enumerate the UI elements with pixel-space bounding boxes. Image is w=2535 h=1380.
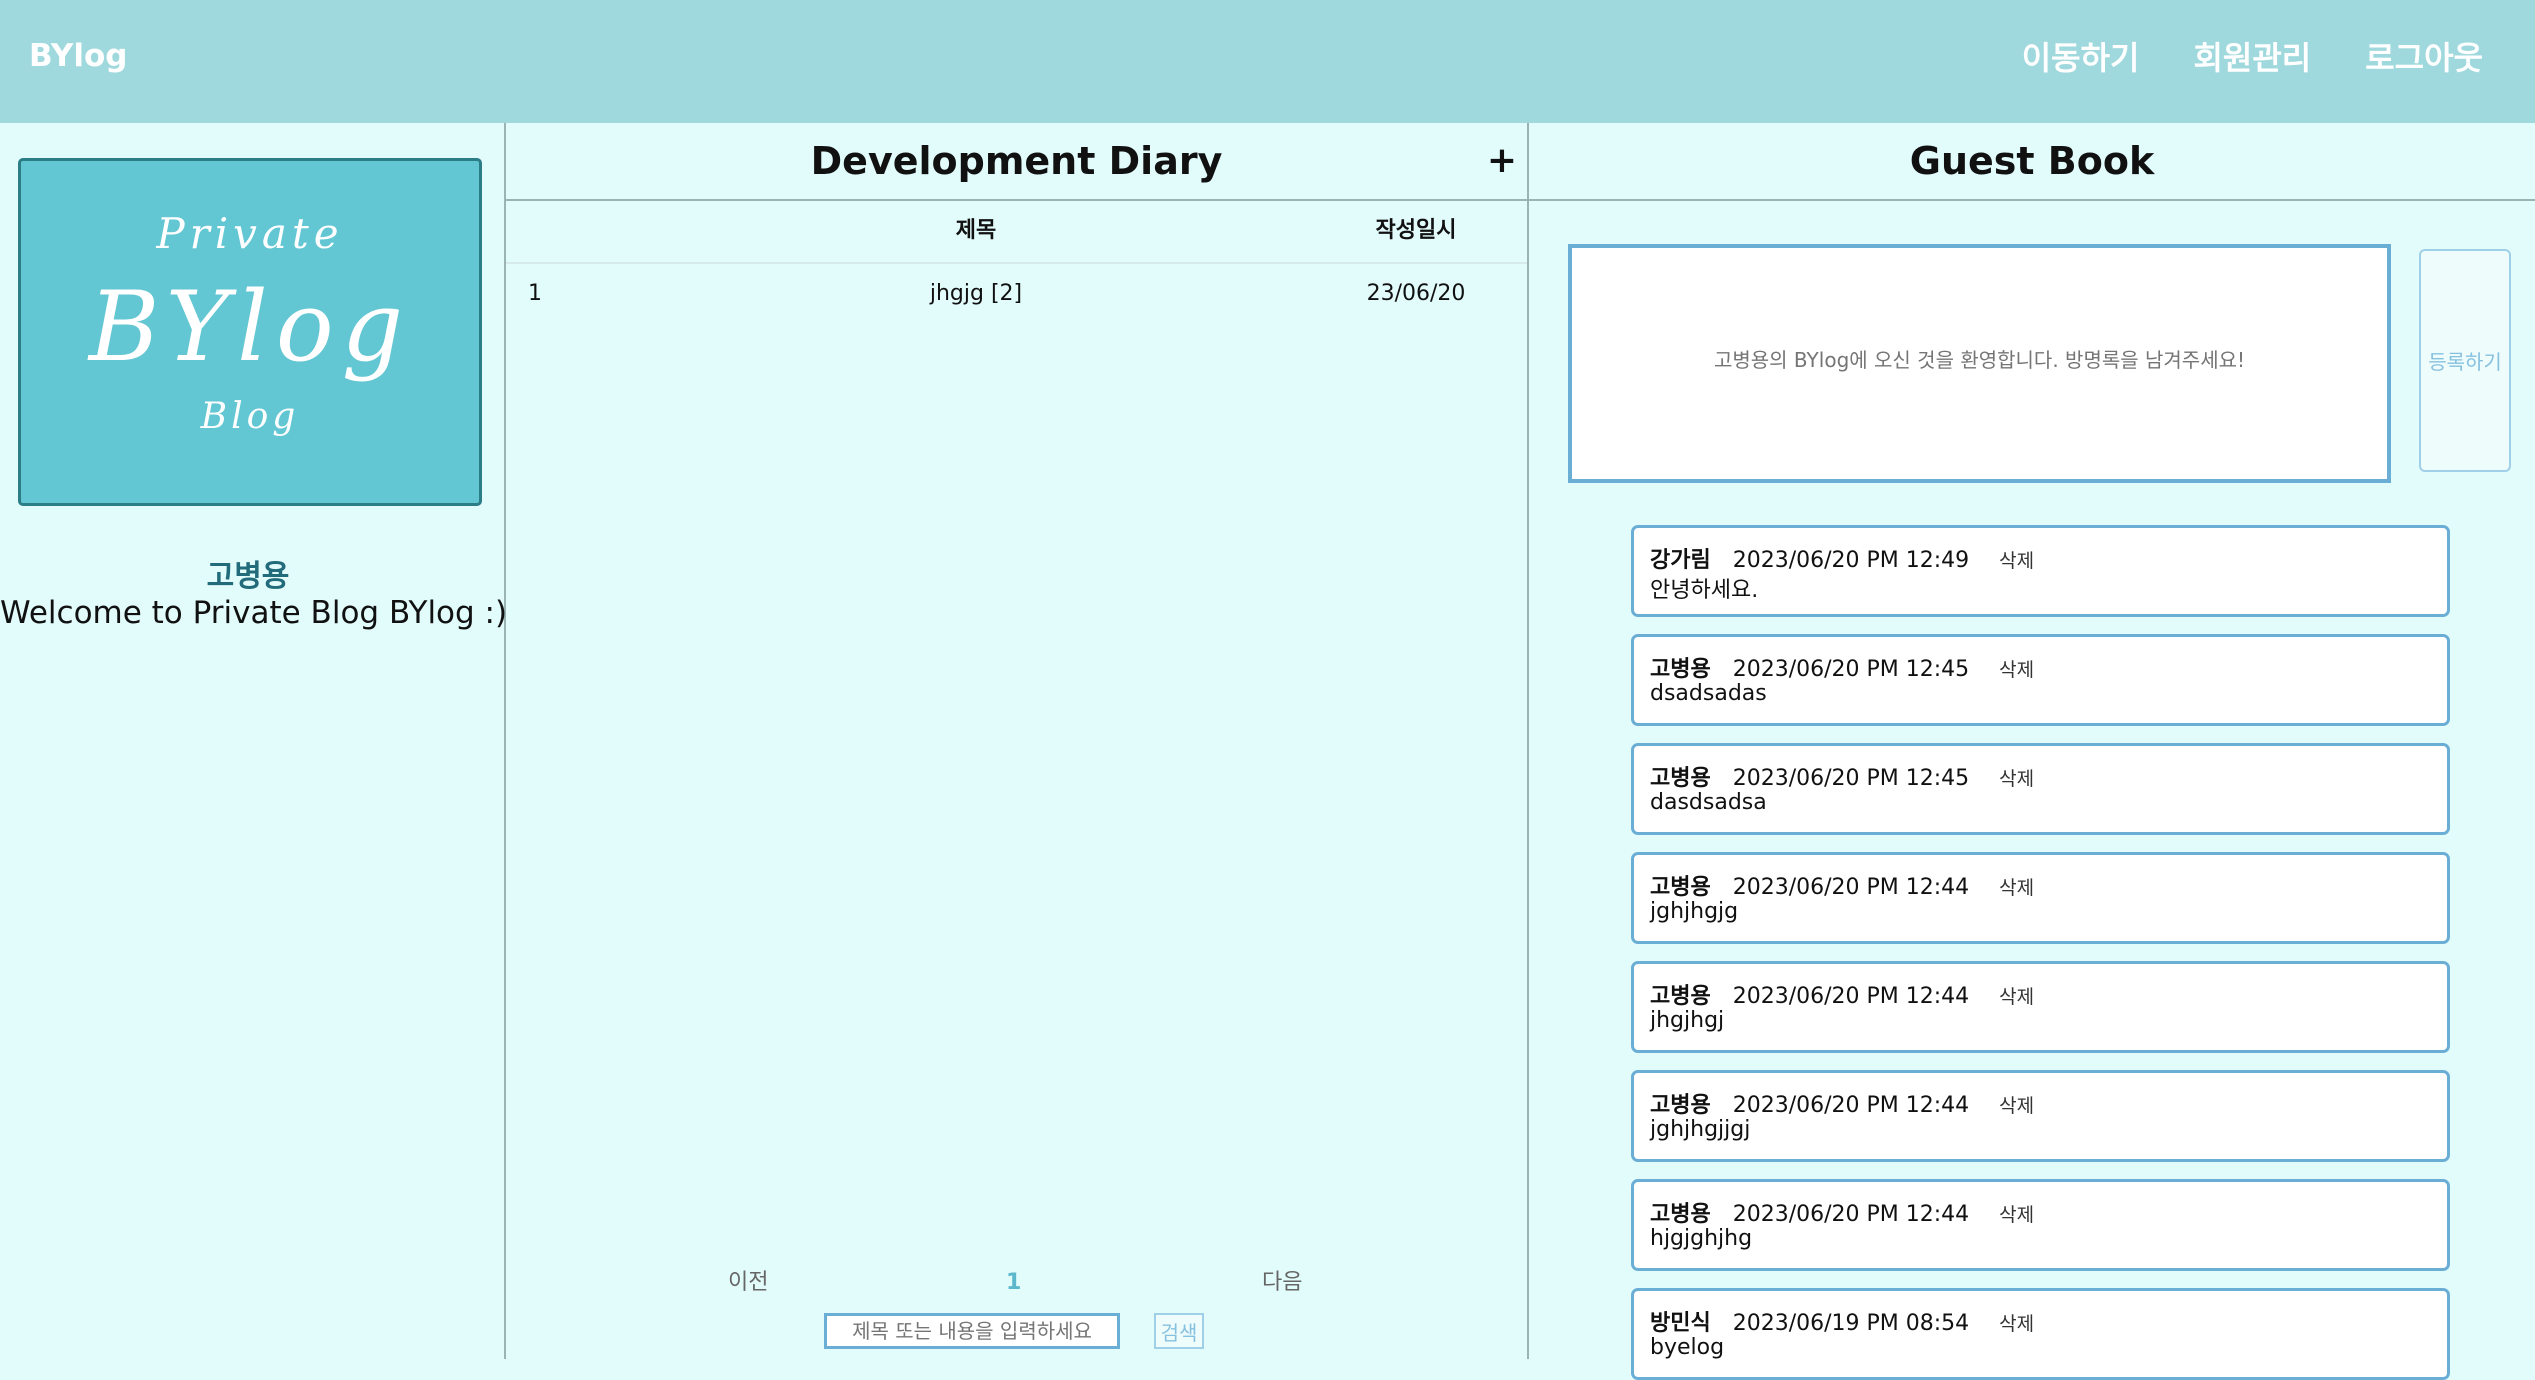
row-date: 23/06/20 xyxy=(1366,281,1466,306)
nav-links: 이동하기 회원관리 로그아웃 xyxy=(2022,0,2483,112)
entry-delete-button[interactable]: 삭제 xyxy=(1999,1095,2034,1117)
column-header-date: 작성일시 xyxy=(1375,218,1457,243)
entry-body: dsadsadas xyxy=(1650,681,1767,706)
entry-timestamp: 2023/06/19 PM 08:54 xyxy=(1732,1311,1970,1336)
profile-logo-card: Private BYlog Blog xyxy=(18,158,482,506)
entry-body: byelog xyxy=(1650,1335,1725,1360)
entry-author: 고병용 xyxy=(1650,1093,1711,1118)
pagination-next[interactable]: 다음 xyxy=(1262,1258,1302,1308)
guestbook-entry: 고병용 2023/06/20 PM 12:44 삭제 hjgjghjhg xyxy=(1631,1179,2450,1271)
guestbook-entry: 고병용 2023/06/20 PM 12:44 삭제 jghjhgjg xyxy=(1631,852,2450,944)
add-post-button[interactable]: + xyxy=(1487,123,1517,199)
logo-bylog-text: BYlog xyxy=(88,271,412,383)
entry-author: 고병용 xyxy=(1650,657,1711,682)
entry-timestamp: 2023/06/20 PM 12:44 xyxy=(1732,875,1970,900)
entry-author: 고병용 xyxy=(1650,875,1711,900)
entry-delete-button[interactable]: 삭제 xyxy=(1999,877,2034,899)
entry-author: 고병용 xyxy=(1650,984,1711,1009)
guestbook-entry: 고병용 2023/06/20 PM 12:44 삭제 jghjhgjjgj xyxy=(1631,1070,2450,1162)
nav-link-member-management[interactable]: 회원관리 xyxy=(2193,33,2311,79)
entry-delete-button[interactable]: 삭제 xyxy=(1999,659,2034,681)
nav-link-logout[interactable]: 로그아웃 xyxy=(2365,33,2483,79)
entry-timestamp: 2023/06/20 PM 12:44 xyxy=(1732,1093,1970,1118)
entry-delete-button[interactable]: 삭제 xyxy=(1999,768,2034,790)
guestbook-entry: 방민식 2023/06/19 PM 08:54 삭제 byelog xyxy=(1631,1288,2450,1380)
entry-body: jhgjhgj xyxy=(1650,1008,1725,1033)
diary-header: Development Diary + xyxy=(506,123,1527,201)
entry-timestamp: 2023/06/20 PM 12:44 xyxy=(1732,984,1970,1009)
diary-table-header: 제목 작성일시 xyxy=(506,200,1527,264)
entry-header: 고병용 2023/06/20 PM 12:45 삭제 xyxy=(1650,760,2034,792)
entry-timestamp: 2023/06/20 PM 12:49 xyxy=(1732,548,1970,573)
entry-author: 고병용 xyxy=(1650,1202,1711,1227)
entry-header: 고병용 2023/06/20 PM 12:44 삭제 xyxy=(1650,978,2034,1010)
table-row[interactable]: 1 jhgjg [2] 23/06/20 xyxy=(506,264,1527,324)
guestbook-entry: 강가림 2023/06/20 PM 12:49 삭제 안녕하세요. xyxy=(1631,525,2450,617)
guestbook-header: Guest Book xyxy=(1529,123,2535,201)
search-input[interactable] xyxy=(824,1313,1120,1349)
guestbook-title: Guest Book xyxy=(1909,139,2155,183)
entry-timestamp: 2023/06/20 PM 12:45 xyxy=(1732,657,1970,682)
logo-private-text: Private xyxy=(156,209,344,258)
entry-header: 고병용 2023/06/20 PM 12:44 삭제 xyxy=(1650,1196,2034,1228)
diary-title: Development Diary xyxy=(810,139,1223,183)
entry-body: dasdsadsa xyxy=(1650,790,1767,815)
entry-delete-button[interactable]: 삭제 xyxy=(1999,1313,2034,1335)
entry-delete-button[interactable]: 삭제 xyxy=(1999,1204,2034,1226)
guestbook-textarea[interactable] xyxy=(1572,248,2387,479)
column-header-title: 제목 xyxy=(955,218,997,243)
guestbook-entry: 고병용 2023/06/20 PM 12:44 삭제 jhgjhgj xyxy=(1631,961,2450,1053)
nav-link-move[interactable]: 이동하기 xyxy=(2022,33,2140,79)
entry-delete-button[interactable]: 삭제 xyxy=(1999,986,2034,1008)
entry-header: 방민식 2023/06/19 PM 08:54 삭제 xyxy=(1650,1305,2034,1337)
entry-header: 고병용 2023/06/20 PM 12:44 삭제 xyxy=(1650,869,2034,901)
entry-author: 방민식 xyxy=(1650,1311,1711,1336)
entry-author: 강가림 xyxy=(1650,548,1711,573)
pagination-page-1[interactable]: 1 xyxy=(1006,1258,1021,1308)
entry-delete-button[interactable]: 삭제 xyxy=(1999,550,2034,572)
profile-name: 고병용 xyxy=(206,559,290,594)
pagination: 이전 1 다음 xyxy=(506,1258,1527,1308)
diary-column: Development Diary + 제목 작성일시 1 jhgjg [2] … xyxy=(506,123,1529,1359)
guestbook-submit-button[interactable]: 등록하기 xyxy=(2419,249,2511,472)
profile-column: Private BYlog Blog 고병용 Welcome to Privat… xyxy=(0,123,508,1359)
entry-author: 고병용 xyxy=(1650,766,1711,791)
guestbook-input-box xyxy=(1568,244,2391,483)
logo-blog-text: Blog xyxy=(200,396,300,437)
entry-body: jghjhgjjgj xyxy=(1650,1117,1751,1142)
entry-timestamp: 2023/06/20 PM 12:45 xyxy=(1732,766,1970,791)
entry-body: hjgjghjhg xyxy=(1650,1226,1753,1251)
top-navbar: BYlog 이동하기 회원관리 로그아웃 xyxy=(0,0,2535,123)
search-button[interactable]: 검색 xyxy=(1154,1313,1204,1349)
row-title-link[interactable]: jhgjg [2] xyxy=(896,264,1056,324)
guestbook-column: Guest Book 등록하기 강가림 2023/06/20 PM 12:49 삭제… xyxy=(1529,123,2535,1380)
entry-body: jghjhgjg xyxy=(1650,899,1739,924)
pagination-prev[interactable]: 이전 xyxy=(728,1258,768,1308)
entry-header: 강가림 2023/06/20 PM 12:49 삭제 xyxy=(1650,542,2034,574)
guestbook-entry: 고병용 2023/06/20 PM 12:45 삭제 dasdsadsa xyxy=(1631,743,2450,835)
brand-logo-text[interactable]: BYlog xyxy=(29,0,128,112)
guestbook-entry: 고병용 2023/06/20 PM 12:45 삭제 dsadsadas xyxy=(1631,634,2450,726)
row-number: 1 xyxy=(528,281,542,306)
entry-timestamp: 2023/06/20 PM 12:44 xyxy=(1732,1202,1970,1227)
entry-header: 고병용 2023/06/20 PM 12:44 삭제 xyxy=(1650,1087,2034,1119)
profile-welcome-text: Welcome to Private Blog BYlog :) xyxy=(0,595,508,631)
entry-body: 안녕하세요. xyxy=(1650,578,1759,603)
entry-header: 고병용 2023/06/20 PM 12:45 삭제 xyxy=(1650,651,2034,683)
